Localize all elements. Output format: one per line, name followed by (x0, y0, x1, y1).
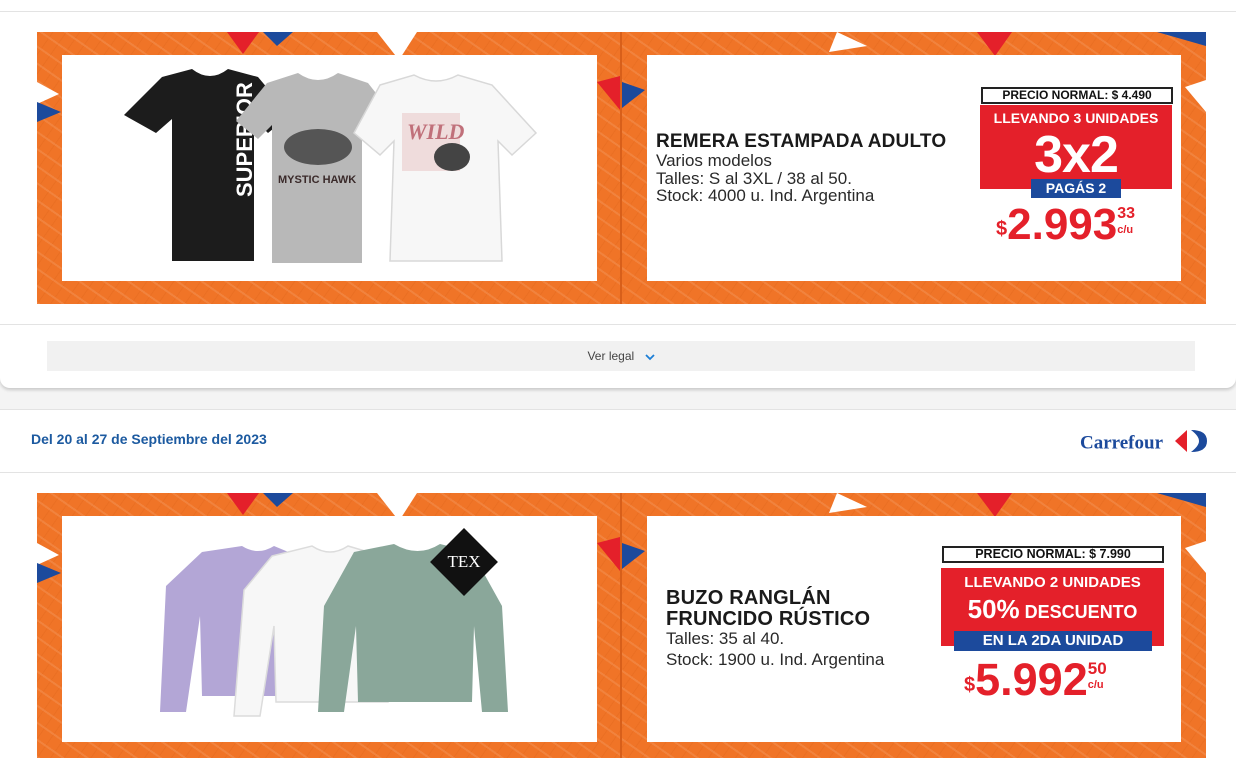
header-divider (0, 472, 1236, 473)
price-cents-2: 50 (1087, 659, 1107, 678)
promo-banner-buzo: TEX BUZO RANGLÁN FRUNCIDO RÚSTICO Talles… (37, 493, 1206, 758)
tshirts-illustration: SUPERIOR MYSTIC HAWK WILD (124, 69, 538, 263)
currency-symbol: $ (996, 218, 1008, 240)
promo-percent: 50% (967, 594, 1020, 624)
brand-name: Carrefour (1080, 432, 1163, 454)
banner-divider-2 (620, 493, 622, 758)
promo-date-range: Del 20 al 27 de Septiembre del 2023 (31, 431, 267, 447)
price-cents: 33 (1117, 205, 1136, 222)
price-integer-2: 5.992 (975, 654, 1088, 705)
ver-legal-label: Ver legal (587, 349, 635, 363)
final-price-2: $5.992 50 c/u (964, 654, 1114, 706)
currency-symbol-2: $ (964, 674, 976, 696)
shirt-print-mystic-hawk: MYSTIC HAWK (278, 174, 356, 186)
product-stock: Stock: 4000 u. Ind. Argentina (656, 186, 875, 205)
product-sizes-2: Talles: 35 al 40. (666, 629, 785, 648)
product-image-buzos: TEX (62, 516, 597, 742)
tex-badge-label: TEX (447, 552, 481, 571)
promo-card-remera: SUPERIOR MYSTIC HAWK WILD REMERA ESTAMPA… (0, 0, 1236, 388)
product-title-1: BUZO RANGLÁN (666, 587, 831, 609)
card-top-border (0, 409, 1236, 410)
promo-3x2: 3x2 (1034, 126, 1119, 184)
normal-price-label-2: PRECIO NORMAL: $ 7.990 (942, 546, 1164, 563)
shirt-print-superior: SUPERIOR (232, 82, 257, 197)
product-title-2: FRUNCIDO RÚSTICO (666, 608, 871, 630)
ver-legal-button[interactable]: Ver legal (47, 341, 1195, 371)
sweaters-illustration (160, 544, 508, 717)
price-integer: 2.993 (1007, 200, 1118, 249)
banner-divider (620, 32, 622, 304)
product-stock-2: Stock: 1900 u. Ind. Argentina (666, 650, 885, 669)
offer-details-buzo: BUZO RANGLÁN FRUNCIDO RÚSTICO Talles: 35… (647, 516, 1181, 742)
shirt-print-wild: WILD (407, 119, 465, 144)
final-price: $2.993 33 c/u (996, 200, 1143, 250)
promo-box-3x2: LLEVANDO 3 UNIDADES 3x2 (980, 105, 1172, 189)
normal-price-label: PRECIO NORMAL: $ 4.490 (981, 87, 1173, 104)
product-title: REMERA ESTAMPADA ADULTO (656, 131, 947, 152)
offer-details-remera: REMERA ESTAMPADA ADULTO Varios modelos T… (647, 55, 1181, 281)
carrefour-logo[interactable]: Carrefour (1080, 428, 1209, 460)
promo-second-unit: EN LA 2DA UNIDAD (954, 631, 1152, 651)
promo-condition-2: LLEVANDO 2 UNIDADES (964, 574, 1141, 591)
price-unit-2: c/u (1087, 679, 1104, 691)
section-divider (0, 324, 1236, 325)
promo-banner-remera: SUPERIOR MYSTIC HAWK WILD REMERA ESTAMPA… (37, 32, 1206, 304)
promo-discount-word: DESCUENTO (1019, 602, 1138, 622)
chevron-down-icon (644, 342, 655, 372)
price-unit: c/u (1117, 224, 1134, 236)
promo-pay-two: PAGÁS 2 (1031, 179, 1121, 198)
product-variants: Varios modelos (656, 151, 772, 170)
carrefour-icon (1171, 428, 1209, 460)
product-image-remeras: SUPERIOR MYSTIC HAWK WILD (62, 55, 597, 281)
top-divider (0, 11, 1236, 12)
